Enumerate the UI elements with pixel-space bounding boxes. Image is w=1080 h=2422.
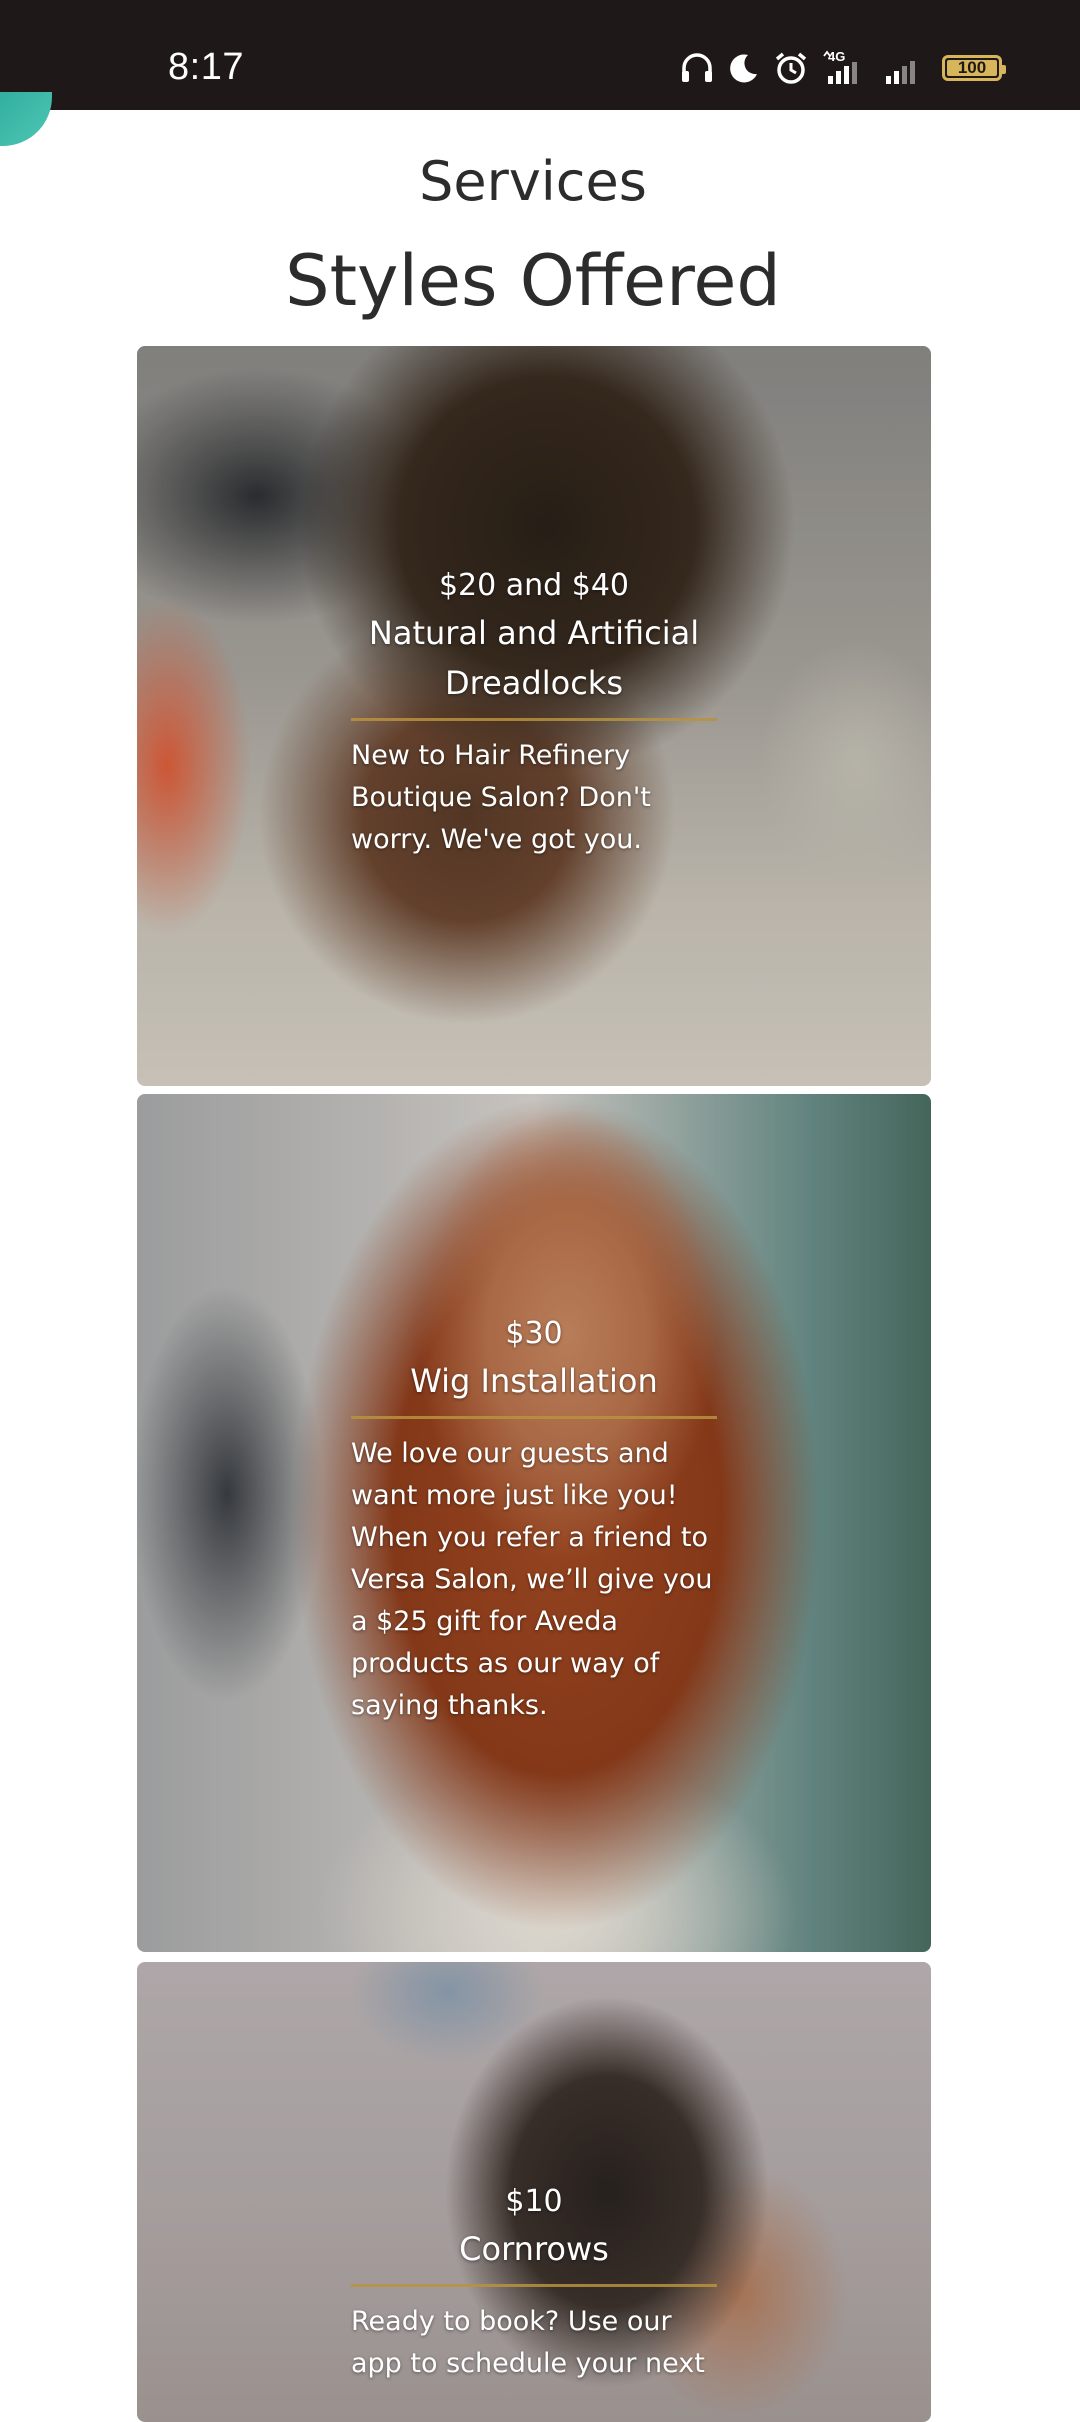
service-price: $10 [505, 2184, 563, 2219]
card-content: $30 Wig Installation We love our guests … [351, 1312, 717, 1727]
page-heading: Styles Offered [285, 240, 781, 322]
battery-icon: 100 [942, 55, 1006, 81]
alarm-icon [774, 51, 808, 85]
service-card-wig-installation[interactable]: $30 Wig Installation We love our guests … [137, 1094, 931, 1952]
status-time: 8:17 [168, 46, 244, 88]
service-price: $20 and $40 [438, 568, 630, 603]
service-card-cornrows[interactable]: $10 Cornrows Ready to book? Use our app … [137, 1962, 931, 2422]
divider [351, 718, 717, 721]
network-type-label: 4G [828, 50, 845, 64]
status-icons: 4G 100 [680, 50, 1006, 86]
service-title: Natural and Artificial Dreadlocks [368, 614, 700, 702]
battery-level: 100 [957, 58, 987, 77]
card-content: $10 Cornrows Ready to book? Use our app … [351, 2180, 717, 2385]
service-card-dreadlocks[interactable]: $20 and $40 Natural and Artificial Dread… [137, 346, 931, 1086]
service-description: We love our guests and want more just li… [351, 1438, 713, 1721]
status-bar: 8:17 4G 100 [0, 0, 1080, 110]
service-price: $30 [505, 1316, 563, 1351]
divider [351, 1416, 717, 1419]
divider [351, 2284, 717, 2287]
teal-decoration [0, 92, 52, 146]
moon-icon [728, 52, 760, 84]
service-title: Wig Installation [410, 1362, 658, 1400]
signal-4g-icon: 4G [822, 50, 868, 86]
signal-icon [882, 50, 928, 86]
headphones-icon [680, 52, 714, 84]
section-title: Services [419, 150, 647, 213]
service-description: Ready to book? Use our app to schedule y… [351, 2306, 705, 2379]
service-title: Cornrows [459, 2230, 609, 2268]
service-description: New to Hair Refinery Boutique Salon? Don… [351, 740, 651, 855]
card-content: $20 and $40 Natural and Artificial Dread… [351, 564, 717, 861]
